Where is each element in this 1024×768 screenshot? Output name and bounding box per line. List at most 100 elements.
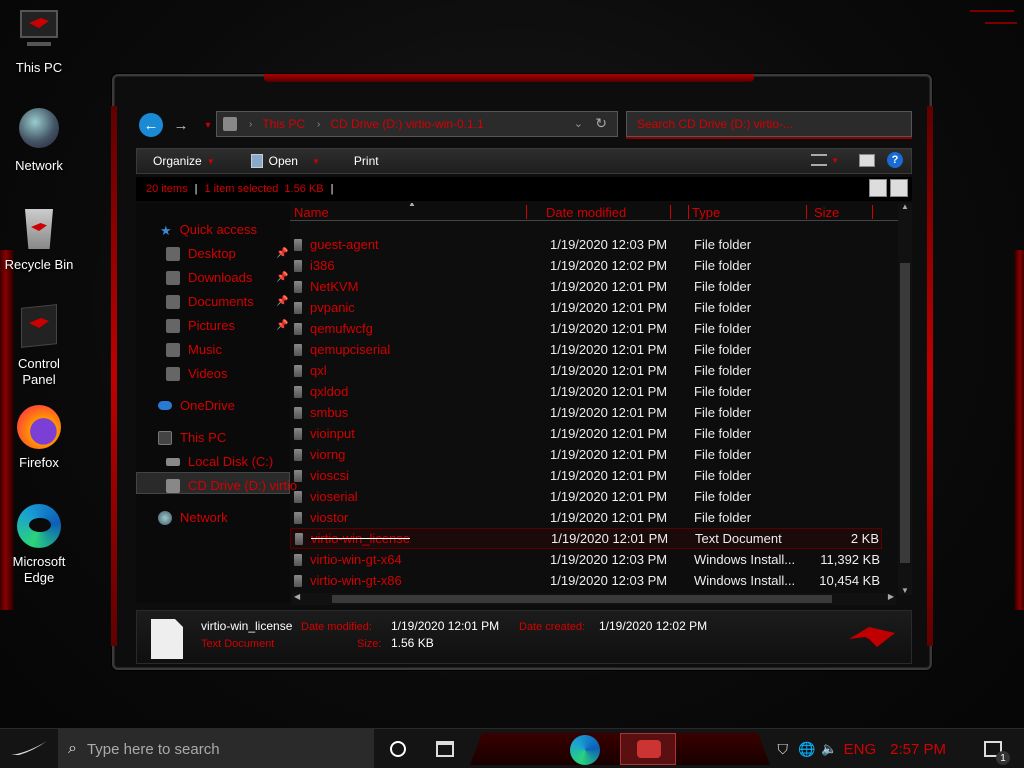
table-row[interactable]: pvpanic 1/19/2020 12:01 PM File folder (290, 297, 882, 318)
column-divider[interactable] (688, 205, 689, 219)
breadcrumb-this-pc[interactable]: This PC (262, 117, 305, 131)
nav-item-this-pc[interactable]: This PC (158, 430, 226, 445)
table-row[interactable]: viorng 1/19/2020 12:01 PM File folder (290, 444, 882, 465)
start-button[interactable] (0, 729, 58, 768)
row-size: 2 KB (850, 531, 879, 546)
details-view-icon[interactable] (869, 179, 887, 197)
table-row[interactable]: smbus 1/19/2020 12:01 PM File folder (290, 402, 882, 423)
column-header-size[interactable]: Size (814, 205, 839, 220)
row-name: viostor (310, 510, 349, 525)
folder-icon (294, 280, 302, 293)
file-explorer-taskbar-button[interactable] (620, 733, 676, 765)
nav-item-cd-drive[interactable]: CD Drive (D:) virtio (166, 478, 297, 493)
column-divider[interactable] (806, 205, 807, 219)
preview-pane-icon[interactable] (859, 153, 875, 167)
row-name: virtio-win-gt-x64 (310, 552, 402, 567)
print-button[interactable]: Print (354, 154, 379, 168)
task-view-icon[interactable] (436, 741, 454, 757)
table-row[interactable]: qxl 1/19/2020 12:01 PM File folder (290, 360, 882, 381)
address-dropdown-chevron-icon[interactable]: ⌄ (574, 117, 583, 130)
nav-item-pictures[interactable]: Pictures (166, 318, 235, 333)
table-row[interactable]: qxldod 1/19/2020 12:01 PM File folder (290, 381, 882, 402)
table-row[interactable]: qemufwcfg 1/19/2020 12:01 PM File folder (290, 318, 882, 339)
table-row[interactable]: virtio-win-gt-x64 1/19/2020 12:03 PM Windo… (290, 549, 882, 570)
column-divider[interactable] (872, 205, 873, 219)
cortana-icon[interactable] (390, 741, 406, 757)
nav-item-onedrive[interactable]: OneDrive (158, 398, 235, 413)
change-view-icon[interactable] (811, 154, 828, 166)
table-row[interactable]: virtio-win-gt-x86 1/19/2020 12:03 PM Windo… (290, 570, 882, 591)
refresh-icon[interactable]: ↻ (595, 115, 607, 132)
language-indicator[interactable]: ENG (844, 741, 877, 758)
scroll-left-arrow-icon[interactable]: ◀ (294, 592, 300, 601)
forward-arrow-icon[interactable]: → (169, 113, 193, 137)
shield-icon[interactable]: ⛉ (777, 741, 788, 758)
row-type: File folder (694, 384, 752, 399)
nav-item-music[interactable]: Music (166, 342, 222, 357)
chevron-down-icon: ▼ (206, 156, 215, 166)
table-row[interactable]: qemupciserial 1/19/2020 12:01 PM File fold… (290, 339, 882, 360)
table-row[interactable]: guest-agent 1/19/2020 12:03 PM File folder (290, 234, 882, 255)
large-icons-view-icon[interactable] (890, 179, 908, 197)
scroll-right-arrow-icon[interactable]: ▶ (888, 592, 894, 601)
back-arrow-icon[interactable]: ← (139, 113, 163, 137)
row-type: File folder (694, 468, 752, 483)
help-icon[interactable]: ? (887, 152, 903, 168)
desktop-icon-network[interactable]: Network (0, 106, 78, 174)
address-bar[interactable]: › This PC › CD Drive (D:) virtio-win-0.1… (216, 111, 618, 137)
search-input[interactable]: Search CD Drive (D:) virtio-... (626, 111, 912, 137)
scroll-down-arrow-icon[interactable]: ▼ (901, 586, 909, 595)
desktop-icon-control-panel[interactable]: Control Panel (0, 304, 78, 388)
table-row[interactable]: vioinput 1/19/2020 12:01 PM File folder (290, 423, 882, 444)
desktop-icon-firefox[interactable]: Firefox (0, 403, 78, 471)
network-globe-icon[interactable]: 🌐 (798, 741, 815, 758)
notification-count-badge: 1 (996, 751, 1010, 765)
desktop-icon-this-pc[interactable]: This PC (0, 8, 78, 76)
documents-folder-icon (166, 294, 180, 309)
table-row[interactable]: vioscsi 1/19/2020 12:01 PM File folder (290, 465, 882, 486)
nav-item-desktop[interactable]: Desktop (166, 246, 236, 261)
nav-item-network[interactable]: Network (158, 510, 228, 525)
breadcrumb-cd-drive[interactable]: CD Drive (D:) virtio-win-0.1.1 (330, 117, 483, 131)
chevron-down-icon[interactable]: ▼ (831, 156, 839, 165)
table-row[interactable]: viostor 1/19/2020 12:01 PM File folder (290, 507, 882, 528)
nav-item-videos[interactable]: Videos (166, 366, 228, 381)
column-divider[interactable] (670, 205, 671, 219)
row-name: vioinput (310, 426, 355, 441)
folder-icon (294, 427, 302, 440)
row-name: qxl (310, 363, 327, 378)
edge-icon[interactable] (570, 735, 600, 765)
open-button[interactable]: Open ▼ (250, 154, 320, 168)
scrollbar-thumb[interactable] (900, 263, 910, 563)
table-row[interactable]: NetKVM 1/19/2020 12:01 PM File folder (290, 276, 882, 297)
folder-icon (294, 511, 302, 524)
taskbar-search-box[interactable]: ⌕ Type here to search (58, 729, 374, 768)
row-name: qemupciserial (310, 342, 391, 357)
volume-muted-icon[interactable]: 🔈 (821, 741, 837, 757)
column-header-type[interactable]: Type (692, 205, 720, 220)
organize-button[interactable]: Organize ▼ (153, 154, 215, 168)
clock[interactable]: 2:57 PM (890, 741, 946, 758)
desktop-icon-edge[interactable]: Microsoft Edge (0, 502, 78, 586)
nav-item-local-disk[interactable]: Local Disk (C:) (166, 454, 273, 469)
table-row[interactable]: vioserial 1/19/2020 12:01 PM File folder (290, 486, 882, 507)
nav-item-quick-access[interactable]: ★ Quick access (160, 222, 257, 238)
column-header-name[interactable]: Name (294, 205, 329, 220)
row-type: File folder (694, 489, 752, 504)
scrollbar-thumb[interactable] (332, 595, 832, 603)
column-header-date[interactable]: Date modified (546, 205, 626, 220)
nav-item-downloads[interactable]: Downloads (166, 270, 252, 285)
horizontal-scrollbar[interactable]: ◀ ▶ (292, 592, 896, 605)
column-divider[interactable] (526, 205, 527, 219)
notification-icon[interactable]: 1 (984, 741, 1010, 765)
command-bar: Organize ▼ Open ▼ Print ▼ ? (136, 148, 912, 174)
table-row[interactable]: i386 1/19/2020 12:02 PM File folder (290, 255, 882, 276)
folder-icon (294, 490, 302, 503)
nav-item-documents[interactable]: Documents (166, 294, 254, 309)
desktop-icon-recycle-bin[interactable]: Recycle Bin (0, 205, 78, 273)
scroll-up-arrow-icon[interactable]: ▲ (901, 202, 909, 211)
table-row[interactable]: virtio-win_license 1/19/2020 12:01 PM Text… (290, 528, 882, 549)
view-mode-buttons (869, 179, 908, 197)
vertical-scrollbar[interactable]: ▲ ▼ (898, 202, 912, 595)
row-type: File folder (694, 279, 752, 294)
